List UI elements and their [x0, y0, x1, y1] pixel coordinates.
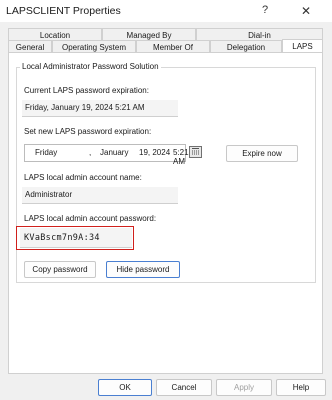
account-name-field: Administrator	[22, 187, 178, 204]
expiration-date-picker[interactable]: Friday , January 19, 2024 5:21 AM	[24, 144, 189, 166]
tab-laps[interactable]: LAPS	[282, 39, 323, 53]
cancel-button[interactable]: Cancel	[156, 379, 212, 396]
calendar-icon[interactable]	[189, 146, 202, 158]
window-title: LAPSCLIENT Properties	[6, 5, 121, 17]
hide-password-button[interactable]: Hide password	[106, 261, 180, 278]
apply-button[interactable]: Apply	[216, 379, 272, 396]
date-month[interactable]: January	[100, 148, 128, 157]
new-expiration-label: Set new LAPS password expiration:	[24, 127, 152, 136]
ok-button[interactable]: OK	[98, 379, 152, 396]
expire-now-button[interactable]: Expire now	[226, 145, 298, 162]
groupbox-title: Local Administrator Password Solution	[20, 62, 161, 71]
copy-password-button[interactable]: Copy password	[24, 261, 96, 278]
date-time[interactable]: 5:21 AM	[173, 148, 189, 166]
account-name-label: LAPS local admin account name:	[24, 173, 142, 182]
account-password-label: LAPS local admin account password:	[24, 214, 157, 223]
help-icon[interactable]: ?	[262, 4, 268, 16]
close-icon[interactable]: ✕	[288, 1, 324, 21]
date-day-year[interactable]: 19, 2024	[139, 148, 170, 157]
password-highlight-box	[16, 226, 134, 250]
help-button[interactable]: Help	[276, 379, 326, 396]
date-weekday[interactable]: Friday	[35, 148, 57, 157]
title-bar: LAPSCLIENT Properties ? ✕	[0, 0, 332, 22]
current-expiration-label: Current LAPS password expiration:	[24, 86, 149, 95]
current-expiration-field: Friday, January 19, 2024 5:21 AM	[22, 100, 178, 117]
date-separator: ,	[89, 148, 92, 157]
